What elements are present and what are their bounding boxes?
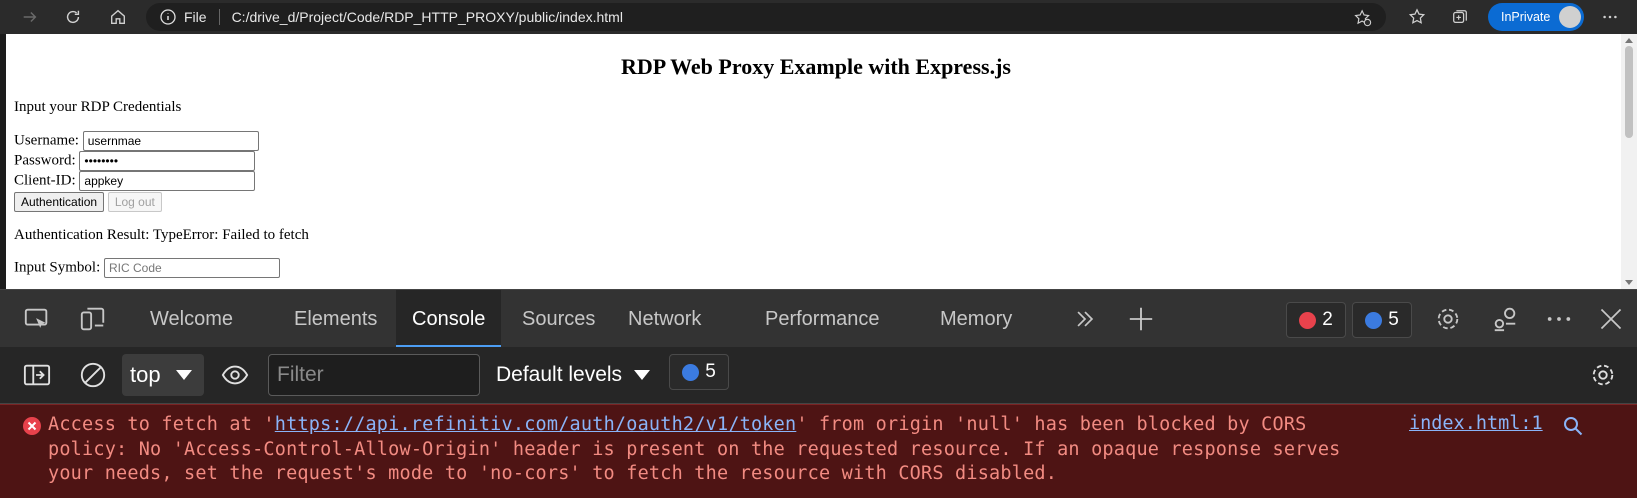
error-text-prefix: Access to fetch at ' bbox=[48, 414, 275, 435]
error-circle-icon bbox=[23, 417, 41, 435]
more-icon[interactable] bbox=[1596, 3, 1624, 31]
context-selector[interactable]: top bbox=[122, 354, 204, 396]
logout-button[interactable]: Log out bbox=[107, 192, 162, 212]
symbol-label: Input Symbol: bbox=[14, 259, 101, 276]
error-source-link[interactable]: index.html:1 bbox=[1409, 413, 1543, 434]
address-scheme: File bbox=[184, 9, 207, 25]
symbol-input[interactable] bbox=[104, 258, 281, 278]
page-title: RDP Web Proxy Example with Express.js bbox=[621, 54, 1011, 79]
add-favorite-icon[interactable] bbox=[1354, 9, 1372, 27]
message-count: 5 bbox=[1388, 309, 1399, 330]
refresh-icon[interactable] bbox=[59, 3, 87, 31]
collections-icon[interactable] bbox=[1446, 3, 1474, 31]
tab-performance[interactable]: Performance bbox=[765, 290, 880, 348]
scroll-up-icon[interactable] bbox=[1625, 38, 1633, 43]
client-id-input[interactable] bbox=[79, 171, 256, 191]
log-levels-label: Default levels bbox=[496, 363, 623, 386]
scroll-down-icon[interactable] bbox=[1625, 280, 1633, 285]
error-text-line3: your needs, set the request's mode to 'n… bbox=[48, 463, 1058, 484]
issues-count: 5 bbox=[705, 361, 716, 382]
inprivate-button[interactable]: InPrivate bbox=[1488, 3, 1584, 31]
tab-elements[interactable]: Elements bbox=[294, 290, 377, 348]
devtools-more-icon[interactable] bbox=[1544, 304, 1574, 334]
error-text-line1: ' from origin 'null' has been blocked by… bbox=[796, 414, 1307, 435]
tab-network[interactable]: Network bbox=[628, 290, 701, 348]
info-icon[interactable] bbox=[160, 9, 176, 25]
error-count: 2 bbox=[1322, 309, 1333, 330]
message-count-badge[interactable]: 5 bbox=[1352, 302, 1412, 338]
tab-memory[interactable]: Memory bbox=[940, 290, 1012, 348]
password-row: Password: bbox=[14, 151, 256, 171]
vertical-scrollbar[interactable] bbox=[1621, 34, 1637, 289]
address-url[interactable]: C:/drive_d/Project/Code/RDP_HTTP_PROXY/p… bbox=[232, 9, 623, 25]
client-id-row: Client-ID: bbox=[14, 171, 256, 191]
issues-badge[interactable]: 5 bbox=[669, 354, 729, 390]
clear-console-icon[interactable] bbox=[78, 360, 108, 390]
close-devtools-icon[interactable] bbox=[1596, 304, 1626, 334]
message-icon bbox=[1365, 311, 1383, 329]
error-count-badge[interactable]: 2 bbox=[1286, 302, 1346, 338]
password-input[interactable] bbox=[79, 151, 256, 171]
address-separator bbox=[218, 9, 220, 25]
favorites-icon[interactable] bbox=[1403, 3, 1431, 31]
username-label: Username: bbox=[14, 132, 79, 149]
tab-sources[interactable]: Sources bbox=[522, 290, 595, 348]
search-icon[interactable] bbox=[1562, 415, 1584, 437]
tab-console[interactable]: Console bbox=[396, 290, 502, 348]
client-id-label: Client-ID: bbox=[14, 172, 76, 189]
console-settings-icon[interactable] bbox=[1588, 360, 1618, 390]
home-icon[interactable] bbox=[104, 3, 132, 31]
devtools-tabbar: Welcome Elements Console Sources Network… bbox=[0, 289, 1637, 348]
customize-icon[interactable] bbox=[1490, 304, 1520, 334]
scrollbar-thumb[interactable] bbox=[1625, 46, 1633, 138]
levels-chevron-icon bbox=[634, 370, 651, 380]
credentials-intro: Input your RDP Credentials bbox=[14, 99, 182, 115]
inspect-element-icon[interactable] bbox=[22, 304, 52, 334]
console-toolbar: top Default levels 5 bbox=[0, 347, 1637, 404]
console-error-message: Access to fetch at 'https://api.refiniti… bbox=[0, 404, 1637, 498]
issues-icon bbox=[682, 363, 700, 381]
sidebar-toggle-icon[interactable] bbox=[22, 360, 52, 390]
page-viewport: RDP Web Proxy Example with Express.js In… bbox=[0, 34, 1637, 289]
log-levels-dropdown[interactable]: Default levels bbox=[496, 354, 651, 396]
auth-buttons: Authentication Log out bbox=[14, 192, 162, 212]
browser-toolbar: File C:/drive_d/Project/Code/RDP_HTTP_PR… bbox=[0, 0, 1637, 34]
chevron-down-icon bbox=[176, 370, 192, 380]
avatar bbox=[1559, 6, 1581, 28]
settings-icon[interactable] bbox=[1433, 304, 1463, 334]
authentication-button[interactable]: Authentication bbox=[14, 192, 105, 212]
tab-welcome[interactable]: Welcome bbox=[150, 290, 233, 348]
auth-result: Authentication Result: TypeError: Failed… bbox=[14, 227, 309, 243]
inprivate-label: InPrivate bbox=[1501, 10, 1551, 24]
error-icon bbox=[1299, 311, 1317, 329]
error-text: Access to fetch at 'https://api.refiniti… bbox=[48, 413, 1378, 487]
device-emulation-icon[interactable] bbox=[78, 304, 108, 334]
password-label: Password: bbox=[14, 152, 76, 169]
more-tabs-icon[interactable] bbox=[1070, 304, 1100, 334]
error-url-link[interactable]: https://api.refinitiv.com/auth/oauth2/v1… bbox=[275, 414, 797, 435]
console-filter-input[interactable] bbox=[268, 354, 480, 396]
error-text-line2: policy: No 'Access-Control-Allow-Origin'… bbox=[48, 438, 1341, 460]
forward-icon[interactable] bbox=[16, 3, 44, 31]
add-tab-icon[interactable] bbox=[1126, 304, 1156, 334]
username-row: Username: bbox=[14, 131, 259, 151]
username-input[interactable] bbox=[82, 131, 259, 151]
address-bar[interactable]: File C:/drive_d/Project/Code/RDP_HTTP_PR… bbox=[146, 3, 1386, 31]
symbol-row: Input Symbol: bbox=[14, 258, 281, 278]
context-label: top bbox=[130, 362, 161, 387]
live-expression-icon[interactable] bbox=[220, 360, 250, 390]
